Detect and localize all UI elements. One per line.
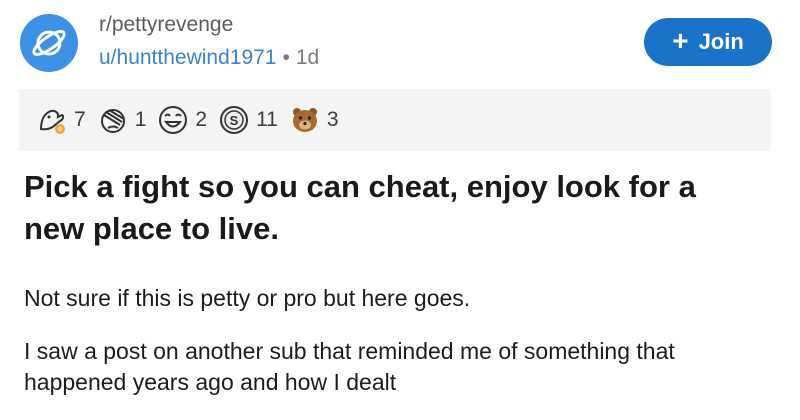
- post-age: 1d: [295, 46, 320, 69]
- separator-dot: •: [282, 46, 290, 69]
- body-paragraph: I saw a post on another sub that reminde…: [24, 338, 675, 395]
- award-item[interactable]: 3: [288, 103, 339, 137]
- award-count: 2: [195, 108, 208, 131]
- join-label: Join: [698, 29, 744, 54]
- post-body: Not sure if this is petty or pro but her…: [24, 283, 774, 398]
- bear-award-icon: [292, 108, 317, 132]
- facepalm-award-icon: [100, 109, 125, 133]
- award-item[interactable]: S 11: [217, 103, 278, 137]
- body-paragraph: Not sure if this is petty or pro but her…: [24, 285, 471, 311]
- award-item[interactable]: 1: [96, 103, 147, 137]
- plus-icon: +: [672, 24, 689, 56]
- award-count: 1: [134, 108, 147, 131]
- award-count: 11: [256, 108, 278, 131]
- post-title[interactable]: Pick a fight so you can cheat, enjoy loo…: [24, 166, 764, 250]
- svg-text:S: S: [230, 113, 239, 128]
- subreddit-avatar[interactable]: [20, 14, 78, 72]
- post-header: r/pettyrevenge u/huntthewind1971 • 1d + Jo…: [0, 0, 800, 86]
- post-meta: r/pettyrevenge u/huntthewind1971 • 1d: [99, 12, 319, 72]
- wholesome-seal-award-icon: [39, 109, 65, 134]
- award-item[interactable]: 7: [35, 103, 86, 137]
- subreddit-name[interactable]: r/pettyrevenge: [99, 12, 319, 38]
- post-byline: u/huntthewind1971 • 1d: [99, 44, 319, 72]
- author-link[interactable]: u/huntthewind1971: [99, 46, 277, 69]
- awards-bar[interactable]: 7 1 2 S 11 3: [19, 89, 771, 151]
- silver-coin-award-icon: S: [220, 106, 249, 134]
- laughing-face-award-icon: [159, 106, 188, 134]
- join-button[interactable]: + Join: [644, 18, 772, 66]
- award-count: 3: [326, 108, 339, 131]
- award-count: 7: [74, 108, 86, 131]
- award-item[interactable]: 2: [156, 103, 207, 137]
- planet-icon: [32, 30, 66, 56]
